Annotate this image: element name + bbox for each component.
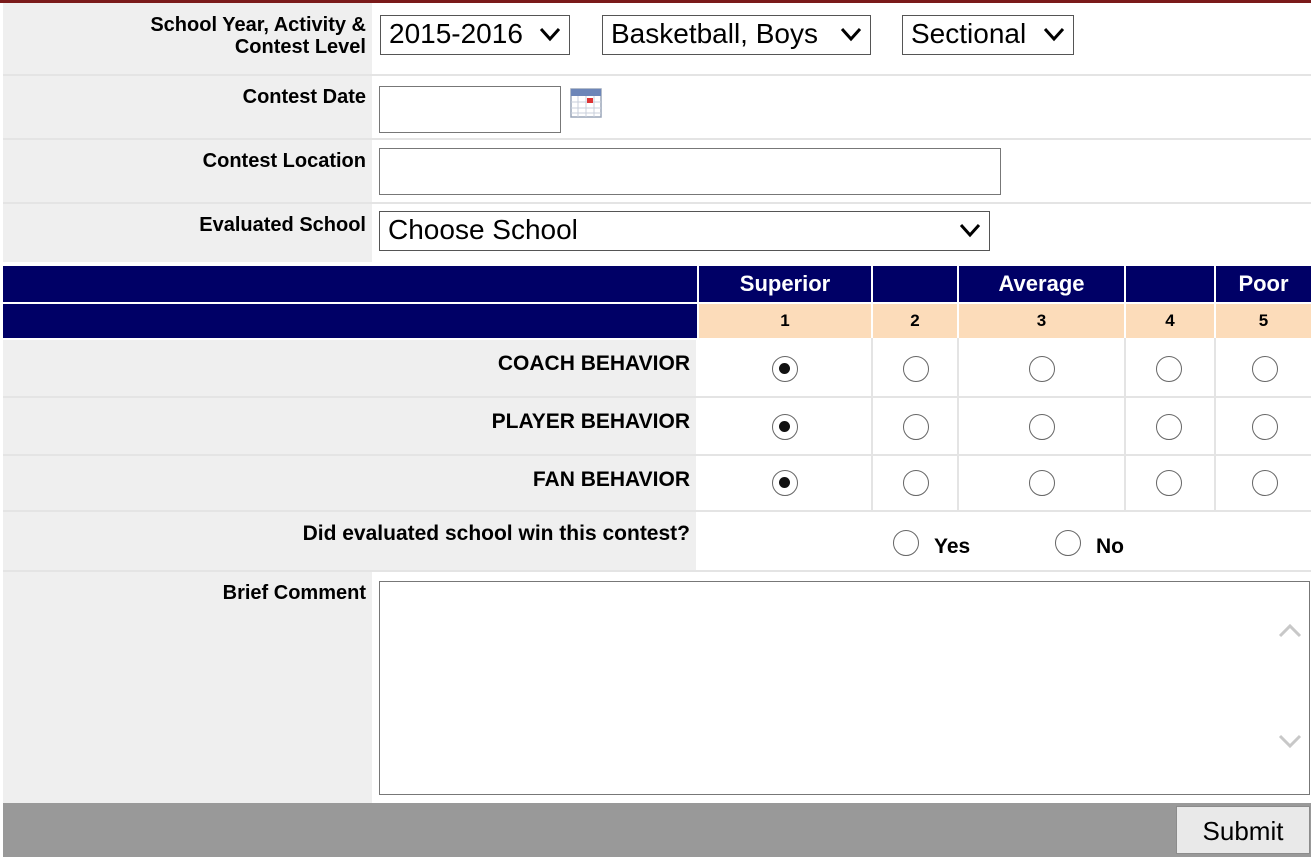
win-no-radio[interactable] [1055,530,1081,556]
contest-location-field-cell [376,140,1311,202]
school-year-row: School Year, Activity & Contest Level 20… [3,3,1311,74]
player-rating-4-radio[interactable] [1156,414,1182,440]
rating-col-divider [1124,338,1126,510]
behavior-row-coach: COACH BEHAVIOR [3,340,1311,396]
header-col-divider [1124,266,1126,338]
contest-date-row: Contest Date [3,76,1311,138]
behavior-label-coach: COACH BEHAVIOR [3,340,696,396]
fan-rating-1-radio[interactable] [772,470,798,496]
contest-location-row: Contest Location [3,140,1311,202]
evaluated-school-label: Evaluated School [3,204,372,262]
evaluated-school-field-cell: Choose School [376,204,1311,262]
rating-col-divider [1214,338,1216,510]
scroll-up-icon[interactable] [1278,622,1302,638]
evaluated-school-row: Evaluated School Choose School [3,204,1311,262]
contest-location-input[interactable] [379,148,1001,195]
fan-rating-2-radio[interactable] [903,470,929,496]
submit-button[interactable]: Submit [1176,806,1310,854]
rating-number-1: 1 [699,304,871,338]
coach-rating-2-radio[interactable] [903,356,929,382]
comment-label: Brief Comment [3,572,372,803]
contest-level-select[interactable]: Sectional [902,15,1074,55]
rating-col-divider [957,338,959,510]
player-rating-2-radio[interactable] [903,414,929,440]
comment-textarea[interactable] [379,581,1310,795]
header-col-divider [1214,266,1216,338]
player-rating-1-radio[interactable] [772,414,798,440]
calendar-icon[interactable] [570,87,602,119]
contest-location-label: Contest Location [3,140,372,202]
rating-header-poor: Poor [1238,271,1289,296]
rating-header-average: Average [998,271,1085,296]
rating-header-blank-4 [1126,266,1214,302]
rating-number-2: 2 [873,304,957,338]
activity-select[interactable]: Basketball, Boys [602,15,871,55]
scroll-down-icon[interactable] [1278,734,1302,750]
rating-number-4: 4 [1126,304,1214,338]
player-rating-5-radio[interactable] [1252,414,1278,440]
chevron-down-icon [840,27,862,42]
chevron-down-icon [959,223,981,238]
behavior-row-player: PLAYER BEHAVIOR [3,398,1311,454]
rating-header-blank-2 [873,266,957,302]
coach-rating-1-radio[interactable] [772,356,798,382]
contest-date-label: Contest Date [3,76,372,138]
comment-scrollbar[interactable] [1271,582,1309,794]
coach-rating-5-radio[interactable] [1252,356,1278,382]
form-footer [3,803,1311,857]
coach-rating-3-radio[interactable] [1029,356,1055,382]
behavior-row-fan: FAN BEHAVIOR [3,456,1311,510]
behavior-label-player: PLAYER BEHAVIOR [3,398,696,454]
fan-rating-4-radio[interactable] [1156,470,1182,496]
contest-date-input[interactable] [379,86,561,133]
fan-rating-3-radio[interactable] [1029,470,1055,496]
rating-col-divider [871,338,873,510]
win-no-label: No [1096,535,1124,558]
chevron-down-icon [1043,27,1065,42]
header-col-divider [697,266,699,338]
evaluated-school-select[interactable]: Choose School [379,211,990,251]
school-year-select[interactable]: 2015-2016 [380,15,570,55]
win-yes-label: Yes [934,535,971,558]
win-yes-radio[interactable] [893,530,919,556]
header-col-divider [871,266,873,338]
chevron-down-icon [539,27,561,42]
school-year-field-cell: 2015-2016 Basketball, Boys Sectional [376,3,1311,74]
school-year-label: School Year, Activity & Contest Level [3,3,372,74]
header-col-divider [957,266,959,338]
rating-number-3: 3 [959,304,1124,338]
fan-rating-5-radio[interactable] [1252,470,1278,496]
player-rating-3-radio[interactable] [1029,414,1055,440]
coach-rating-4-radio[interactable] [1156,356,1182,382]
rating-number-5: 5 [1216,304,1311,338]
behavior-label-fan: FAN BEHAVIOR [3,456,696,510]
rating-header-superior: Superior [739,271,831,296]
win-question-label: Did evaluated school win this contest? [3,512,696,570]
contest-date-field-cell [376,76,1311,138]
